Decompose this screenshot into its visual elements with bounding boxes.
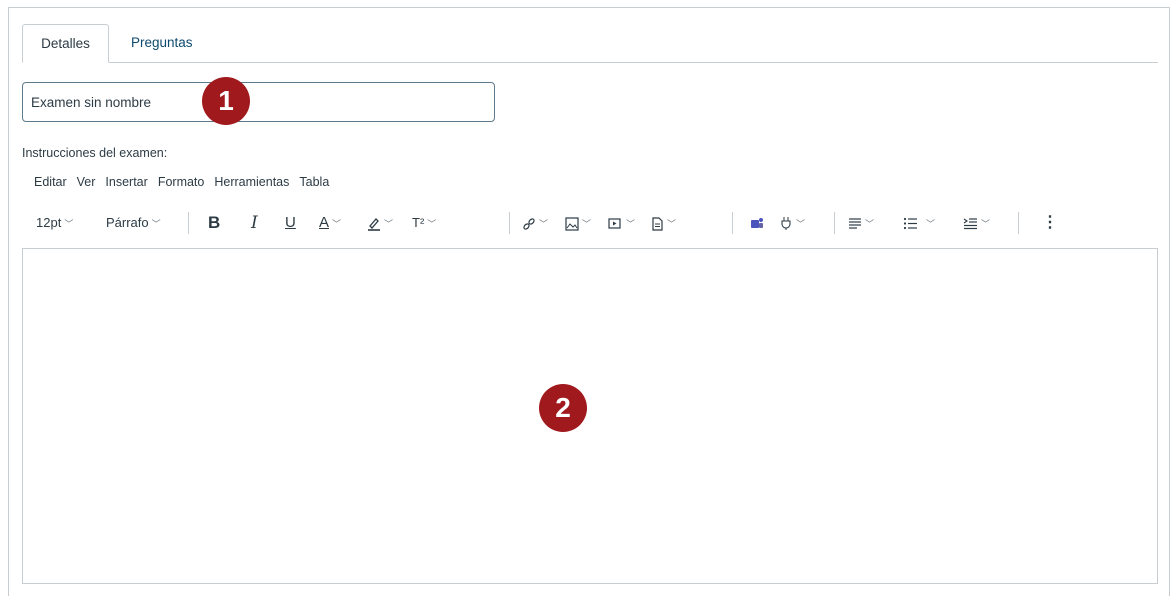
apps-icon — [779, 216, 793, 231]
block-format-value: Párrafo — [106, 215, 149, 230]
toolbar-separator — [509, 212, 510, 234]
toolbar-separator — [188, 212, 189, 234]
document-icon — [651, 216, 664, 231]
indent-icon — [963, 217, 978, 230]
editor-toolbar: 12pt ﹀ Párrafo ﹀ B I U A ﹀ ﹀ T² ﹀ ﹀ ﹀ ﹀ ﹀ ﹀ … — [22, 206, 1122, 240]
image-button[interactable]: ﹀ — [565, 206, 591, 240]
instructions-editor[interactable] — [22, 248, 1158, 584]
chevron-down-icon: ﹀ — [582, 219, 592, 229]
tab-questions[interactable]: Preguntas — [117, 24, 207, 62]
tab-details[interactable]: Detalles — [22, 24, 109, 63]
menu-format[interactable]: Formato — [158, 175, 205, 189]
media-button[interactable]: ﹀ — [608, 206, 635, 240]
indent-button[interactable]: ﹀ — [963, 206, 990, 240]
italic-button[interactable]: I — [251, 206, 258, 240]
font-size-dropdown[interactable]: 12pt ﹀ — [36, 206, 73, 240]
chevron-down-icon: ﹀ — [981, 219, 991, 229]
font-size-value: 12pt — [36, 215, 62, 230]
chevron-down-icon: ﹀ — [926, 219, 936, 229]
bold-button[interactable]: B — [208, 206, 220, 240]
quiz-title-input[interactable] — [22, 82, 495, 122]
toolbar-separator — [1018, 212, 1019, 234]
chevron-down-icon: ﹀ — [332, 219, 342, 229]
chevron-down-icon: ﹀ — [667, 219, 677, 229]
link-button[interactable]: ﹀ — [522, 206, 548, 240]
instructions-label: Instrucciones del examen: — [22, 146, 168, 160]
chevron-down-icon: ﹀ — [64, 219, 74, 229]
chevron-down-icon: ﹀ — [796, 219, 806, 229]
menu-insert[interactable]: Insertar — [105, 175, 147, 189]
align-icon — [848, 217, 862, 230]
chevron-down-icon: ﹀ — [427, 219, 437, 229]
image-icon — [565, 216, 579, 231]
toolbar-separator — [834, 212, 835, 234]
apps-button[interactable]: ﹀ — [779, 206, 805, 240]
media-icon — [608, 217, 623, 231]
chevron-down-icon: ﹀ — [865, 219, 875, 229]
highlight-color-button[interactable]: ﹀ — [367, 206, 393, 240]
align-button[interactable]: ﹀ — [848, 206, 874, 240]
menu-edit[interactable]: Editar — [34, 175, 67, 189]
underline-button[interactable]: U — [285, 206, 296, 240]
teams-button[interactable] — [750, 206, 764, 240]
callout-badge-2: 2 — [539, 384, 587, 432]
callout-badge-1: 1 — [202, 77, 250, 125]
superscript-button[interactable]: T² ﹀ — [412, 206, 436, 240]
tab-bar: Detalles Preguntas — [22, 24, 1158, 63]
menu-tools[interactable]: Herramientas — [214, 175, 289, 189]
link-icon — [522, 217, 536, 231]
chevron-down-icon: ﹀ — [626, 219, 636, 229]
chevron-down-icon: ﹀ — [539, 219, 549, 229]
superscript-icon: T² — [412, 215, 425, 230]
highlighter-icon — [367, 216, 381, 232]
menu-view[interactable]: Ver — [77, 175, 96, 189]
text-color-button[interactable]: A ﹀ — [319, 206, 341, 240]
bullet-list-icon — [903, 217, 918, 230]
editor-menubar: Editar Ver Insertar Formato Herramientas… — [34, 175, 339, 189]
more-options-button[interactable]: ⋮ — [1042, 206, 1058, 240]
text-color-icon: A — [319, 214, 330, 231]
menu-table[interactable]: Tabla — [299, 175, 329, 189]
bullet-list-button[interactable]: ﹀ — [903, 206, 935, 240]
chevron-down-icon: ﹀ — [384, 219, 394, 229]
document-button[interactable]: ﹀ — [651, 206, 676, 240]
chevron-down-icon: ﹀ — [151, 219, 161, 229]
teams-icon — [750, 217, 764, 230]
toolbar-separator — [732, 212, 733, 234]
block-format-dropdown[interactable]: Párrafo ﹀ — [106, 206, 161, 240]
